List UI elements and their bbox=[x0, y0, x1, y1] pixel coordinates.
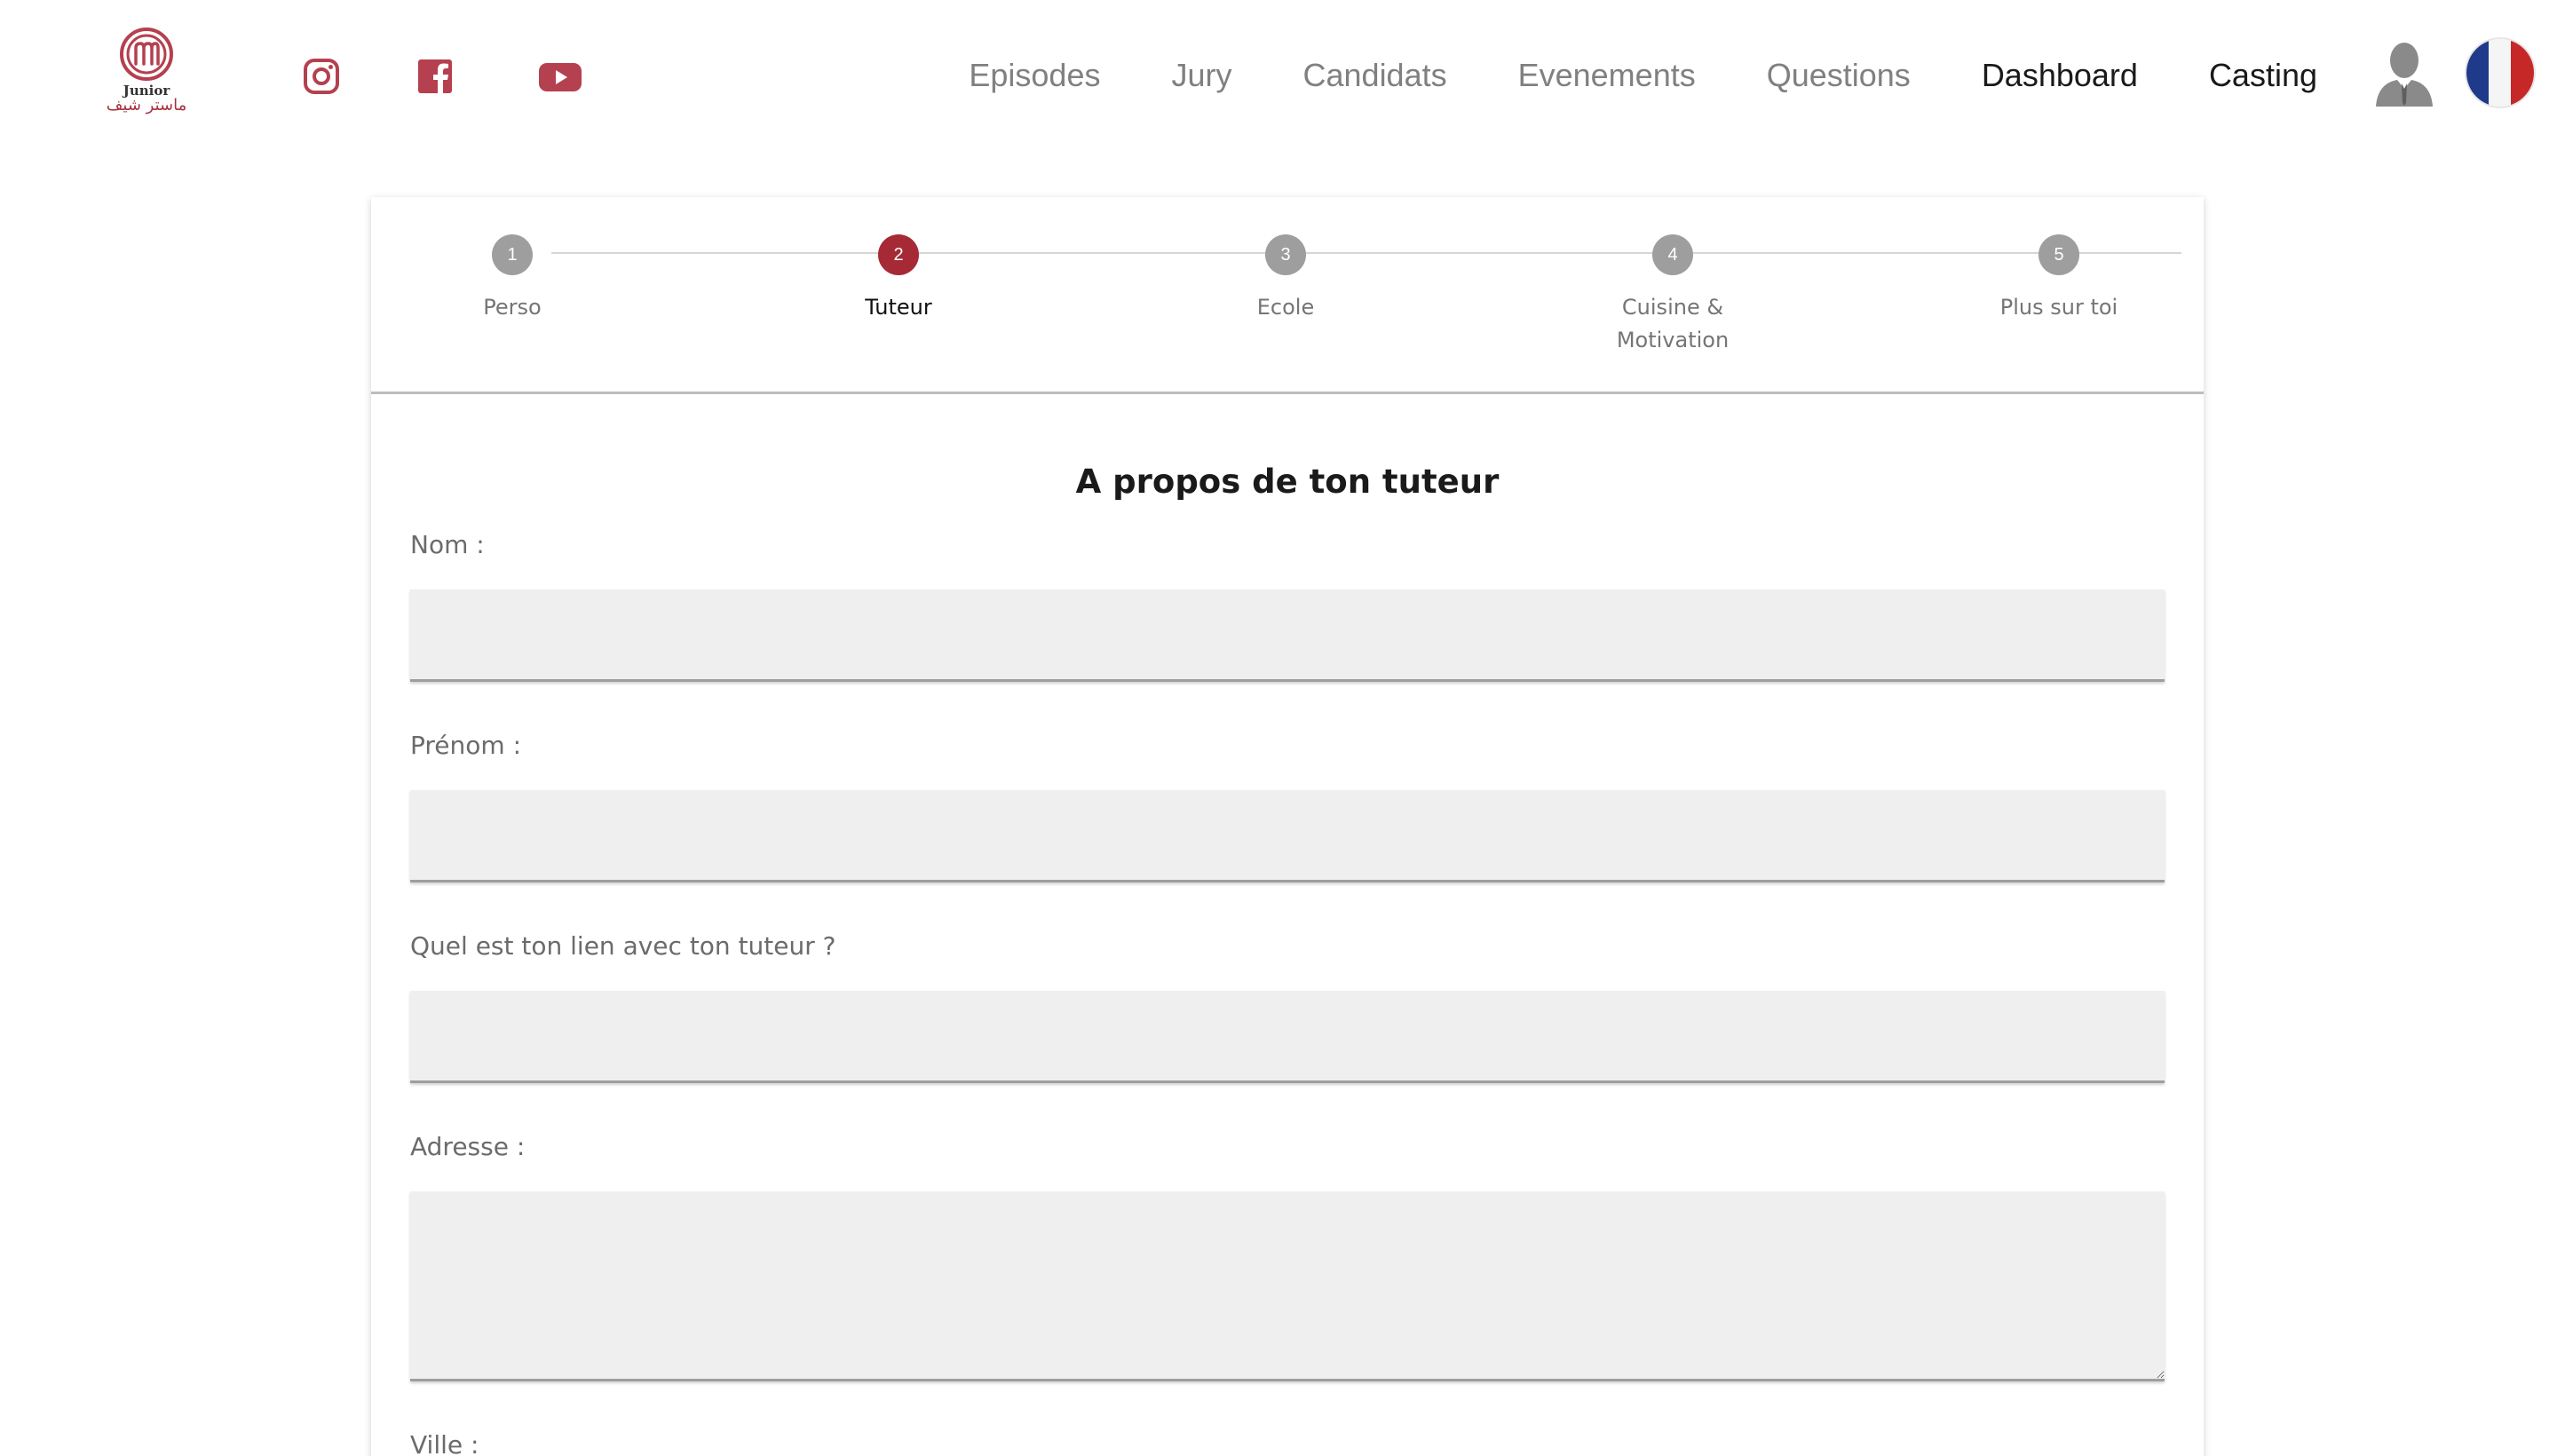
step-number: 2 bbox=[878, 234, 919, 275]
tutor-form: A propos de ton tuteur Nom : Prénom : Qu… bbox=[371, 460, 2204, 1456]
ville-label: Ville : bbox=[410, 1430, 479, 1456]
lien-label: Quel est ton lien avec ton tuteur ? bbox=[410, 931, 836, 961]
step-label: Plus sur toi bbox=[1999, 295, 2118, 320]
nav-casting[interactable]: Casting bbox=[2209, 53, 2317, 98]
instagram-link[interactable] bbox=[300, 55, 343, 98]
nav-episodes[interactable]: Episodes bbox=[969, 53, 1100, 98]
form-stepper: 1 Perso 2 Tuteur 3 Ecole 4 Cuisine & Mot… bbox=[371, 197, 2204, 394]
step-ecole[interactable]: 3 Ecole bbox=[1152, 234, 1419, 324]
prenom-label: Prénom : bbox=[410, 731, 522, 760]
nav-evenements[interactable]: Evenements bbox=[1518, 53, 1696, 98]
step-plus-sur-toi[interactable]: 5 Plus sur toi bbox=[1926, 234, 2192, 324]
casting-form-card: 1 Perso 2 Tuteur 3 Ecole 4 Cuisine & Mot… bbox=[371, 197, 2204, 1456]
nom-input[interactable] bbox=[410, 590, 2165, 682]
step-perso[interactable]: 1 Perso bbox=[379, 234, 645, 324]
step-label: Ecole bbox=[1256, 295, 1315, 320]
form-title: A propos de ton tuteur bbox=[1075, 463, 1500, 501]
step-number: 1 bbox=[492, 234, 533, 275]
facebook-icon bbox=[418, 59, 452, 93]
nav-questions[interactable]: Questions bbox=[1767, 53, 1911, 98]
youtube-link[interactable] bbox=[536, 55, 584, 98]
france-flag-icon bbox=[2466, 39, 2534, 107]
youtube-icon bbox=[539, 63, 582, 91]
language-flag-button[interactable] bbox=[2466, 39, 2534, 107]
site-logo[interactable]: Junior ماستر شيف bbox=[89, 27, 204, 124]
lien-input[interactable] bbox=[410, 991, 2165, 1083]
nom-label: Nom : bbox=[410, 530, 485, 559]
page: Junior ماستر شيف Episodes Jury Candidats… bbox=[0, 0, 2557, 1456]
logo-arabic-text: ماستر شيف bbox=[106, 96, 187, 115]
step-label: Cuisine & Motivation bbox=[1616, 295, 1730, 352]
main-nav: Episodes Jury Candidats Evenements Quest… bbox=[898, 53, 2317, 98]
user-silhouette-icon bbox=[2376, 43, 2433, 107]
facebook-link[interactable] bbox=[414, 55, 456, 98]
nav-jury[interactable]: Jury bbox=[1171, 53, 1231, 98]
masterchef-logo-icon bbox=[120, 28, 173, 81]
step-number: 4 bbox=[1652, 234, 1693, 275]
prenom-input[interactable] bbox=[410, 790, 2165, 882]
user-avatar[interactable] bbox=[2372, 39, 2436, 107]
step-number: 3 bbox=[1265, 234, 1306, 275]
instagram-icon bbox=[304, 59, 339, 94]
step-number: 5 bbox=[2038, 234, 2079, 275]
site-header: Junior ماستر شيف Episodes Jury Candidats… bbox=[0, 0, 2557, 151]
nav-dashboard[interactable]: Dashboard bbox=[1982, 53, 2138, 98]
nav-candidats[interactable]: Candidats bbox=[1303, 53, 1447, 98]
step-label: Perso bbox=[483, 295, 542, 320]
step-tuteur[interactable]: 2 Tuteur bbox=[765, 234, 1032, 324]
step-cuisine-motivation[interactable]: 4 Cuisine & Motivation bbox=[1540, 234, 1806, 357]
adresse-textarea[interactable] bbox=[410, 1191, 2165, 1381]
step-label: Tuteur bbox=[865, 295, 932, 320]
adresse-label: Adresse : bbox=[410, 1132, 526, 1161]
